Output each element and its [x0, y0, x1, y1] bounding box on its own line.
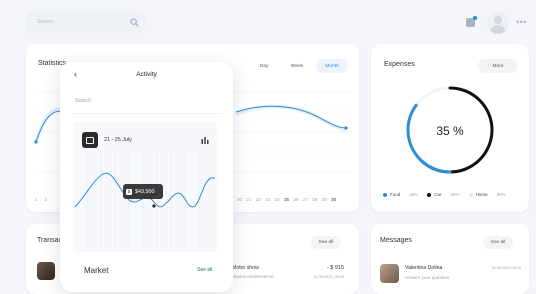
transaction-date: 15.05.2019, 08:15 — [313, 275, 344, 279]
calendar-icon[interactable] — [82, 132, 98, 148]
date-range[interactable]: 21 - 25 July — [104, 137, 132, 143]
search-icon[interactable] — [130, 18, 139, 27]
legend-dot — [468, 192, 473, 197]
market-label: Market — [84, 266, 109, 275]
legend-dot — [383, 192, 387, 197]
message-time: 15.05.2019 08:15 — [491, 266, 521, 270]
legend-home: Home 30% — [468, 192, 506, 197]
expenses-title: Expenses — [384, 61, 415, 68]
expenses-more-button[interactable]: More — [478, 59, 518, 73]
transaction-amount: - $ 915 — [326, 265, 344, 271]
messages-card: Messages See all Valentina Dolina Answer… — [371, 224, 529, 294]
statistics-line-shadow-right — [235, 104, 347, 132]
activity-panel: ‹ Activity Search 21 - 25 July $ $43,500 — [60, 62, 233, 292]
expenses-card: Expenses More 35 % Food 35% Car 35% Home 30… — [371, 44, 529, 212]
message-item[interactable]: Valentina Dolina Answer your question 15… — [405, 265, 521, 285]
more-menu-icon[interactable]: ••• — [516, 18, 527, 27]
transactions-see-all-button[interactable]: See all — [311, 236, 341, 249]
activity-title: Activity — [136, 71, 157, 78]
transaction-row[interactable]: Motor show Device maintenance - $ 915 15… — [222, 264, 344, 284]
transaction-subtitle: Device maintenance — [232, 274, 274, 279]
message-sender: Valentina Dolina — [405, 265, 443, 271]
search-bar[interactable]: Search... — [26, 12, 145, 33]
notification-icon[interactable] — [466, 16, 477, 27]
legend-dot — [427, 192, 432, 197]
search-input[interactable]: Search... — [37, 19, 57, 25]
expenses-percent: 35 % — [436, 124, 464, 138]
activity-point — [151, 203, 157, 209]
x-axis-right: 20 21 22 23 24 25 26 27 28 29 30 — [237, 197, 337, 202]
transaction-title: Motor show — [232, 265, 259, 271]
message-avatar — [380, 264, 399, 283]
transaction-avatar — [37, 262, 55, 280]
x-axis-left: 12 — [35, 197, 48, 202]
activity-tooltip: $ $43,500 — [123, 184, 163, 199]
activity-chart-area: 21 - 25 July $ $43,500 — [73, 122, 217, 252]
messages-see-all-button[interactable]: See all — [483, 236, 513, 249]
dollar-icon: $ — [126, 188, 132, 195]
notification-dot — [473, 16, 477, 20]
activity-search-input[interactable]: Search — [72, 88, 222, 114]
message-preview: Answer your question — [405, 275, 450, 280]
market-see-all-link[interactable]: See all — [197, 267, 212, 273]
legend-food: Food 35% — [383, 192, 418, 197]
bar-chart-icon[interactable] — [201, 136, 209, 144]
avatar[interactable] — [487, 12, 509, 34]
expenses-legend: Food 35% Car 35% Home 30% — [383, 192, 506, 197]
messages-title: Messages — [380, 237, 412, 244]
legend-car: Car 35% — [427, 192, 460, 197]
